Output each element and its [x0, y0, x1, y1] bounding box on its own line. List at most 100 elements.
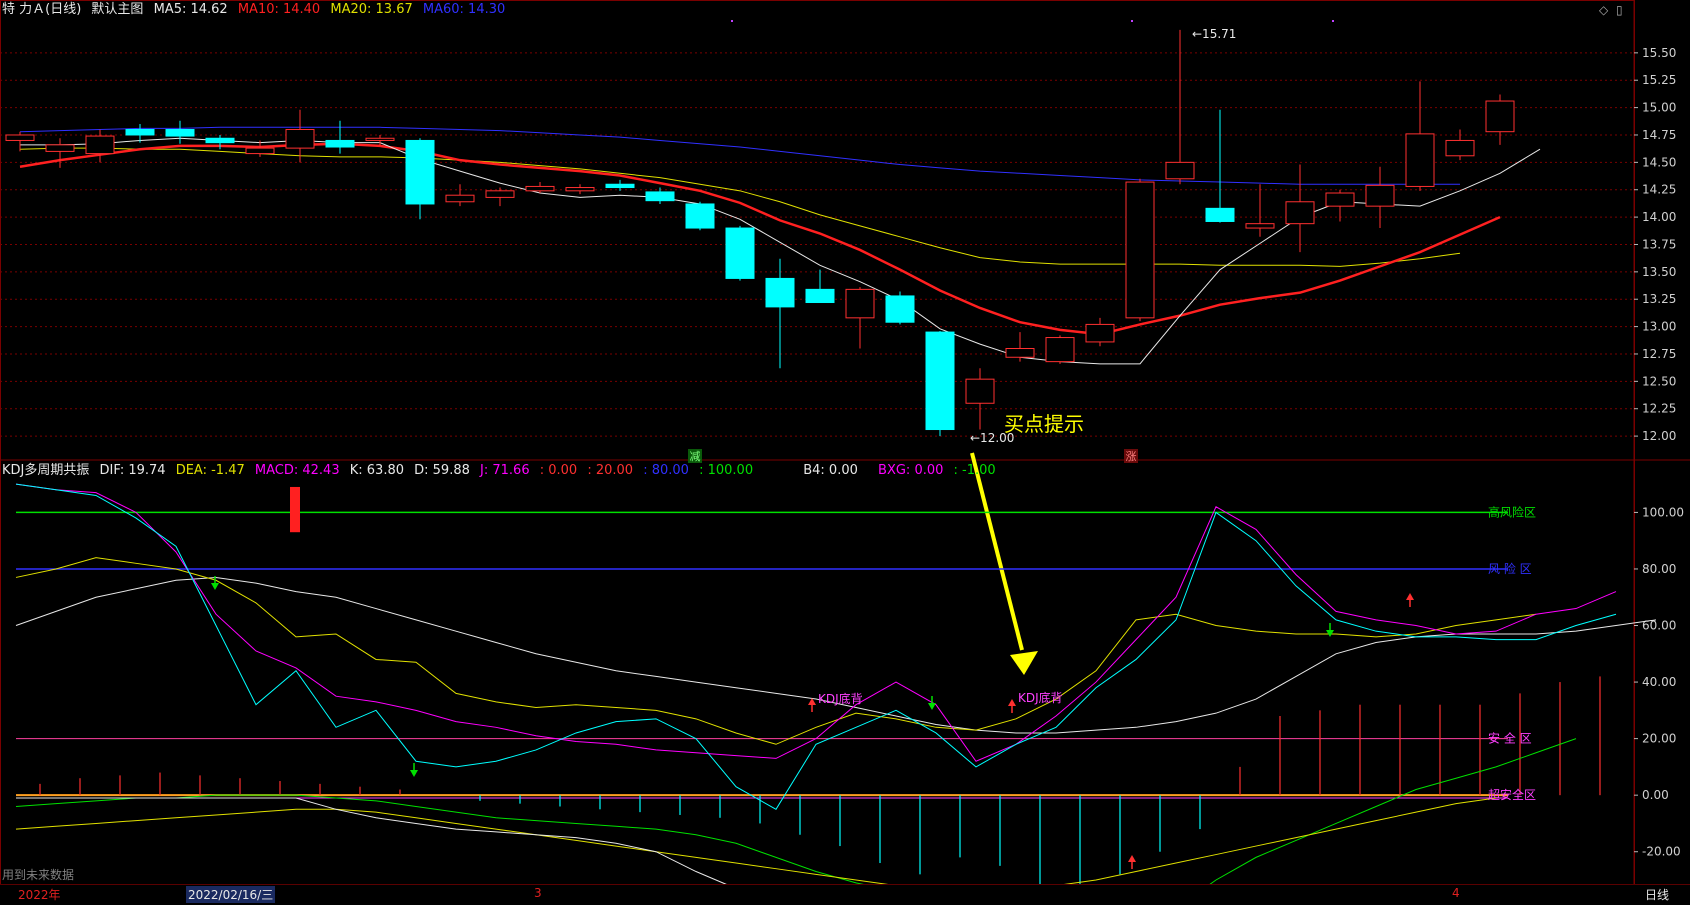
buy-arrow-icon	[1128, 855, 1136, 862]
ma5-value: MA5: 14.62	[153, 2, 228, 17]
year-label: 2022年	[18, 888, 61, 902]
price-tick-label: 12.00	[1642, 429, 1676, 443]
candle-up	[965, 378, 995, 404]
kdj-divergence-label-1: KDJ底背	[818, 691, 863, 706]
indicator-tick-label: 20.00	[1642, 732, 1676, 746]
candle-down	[125, 129, 155, 136]
candle-up	[1325, 192, 1355, 207]
indicator-tick-label: 40.00	[1642, 675, 1676, 689]
candle-down	[805, 288, 835, 304]
b4-value: B4: 0.00	[803, 463, 858, 478]
candle-down	[725, 227, 755, 279]
candle-up	[85, 135, 115, 155]
candle-up	[485, 190, 515, 198]
price-tick-label: 12.25	[1642, 402, 1676, 416]
candle-up	[1245, 223, 1275, 229]
stock-name[interactable]: 特 力Ａ(日线)	[2, 2, 81, 17]
indicator-header: KDJ多周期共振 DIF: 19.74 DEA: -1.47 MACD: 42.…	[2, 461, 1002, 481]
series-j-line	[15, 483, 1617, 762]
candle-up	[1485, 100, 1515, 133]
zhang-badge: 涨	[1126, 450, 1137, 463]
candle-up	[1445, 139, 1475, 157]
period-label[interactable]: 日线	[1645, 886, 1669, 903]
zone-high-risk-label: 高风险区	[1488, 504, 1536, 519]
candle-up	[1405, 133, 1435, 187]
ma60-line	[19, 126, 1460, 185]
candle-up	[1165, 161, 1195, 180]
ma60-value: MA60: 14.30	[422, 2, 506, 17]
price-tick-label: 13.50	[1642, 265, 1676, 279]
candle-down	[925, 331, 955, 431]
top-signal-marker	[731, 20, 733, 22]
candle-up	[1365, 184, 1395, 207]
l80-value: : 80.00	[643, 463, 689, 478]
candle-down	[165, 129, 195, 137]
template-label[interactable]: 默认主图	[91, 2, 143, 17]
sell-arrow-icon	[211, 583, 219, 590]
buy-hint-arrowhead	[1010, 651, 1038, 675]
neg1-value: : -1.00	[953, 463, 996, 478]
ma10-line	[19, 142, 1501, 336]
series-n1-line	[15, 738, 1577, 905]
candle-down	[685, 203, 715, 229]
macd-value: MACD: 42.43	[254, 463, 340, 478]
price-tick-label: 14.75	[1642, 128, 1676, 142]
buy-hint-arrow-shaft	[970, 452, 1024, 651]
sell-arrow-icon	[410, 770, 418, 777]
ma10-value: MA10: 14.40	[237, 2, 321, 17]
chart-canvas[interactable]: 12.00 12.25 12.50 12.75 13.00 13.25 13.50 13.75…	[0, 0, 1690, 905]
candle-down	[885, 295, 915, 323]
candle-up	[245, 147, 275, 155]
candle-down	[205, 137, 235, 144]
candle-down	[765, 277, 795, 308]
indicator-tick-label: 0.00	[1642, 788, 1669, 802]
cursor-date-label: 2022/02/16/三	[186, 886, 276, 903]
candle-up	[445, 194, 475, 203]
candle-down	[645, 191, 675, 202]
sell-arrow-icon	[928, 703, 936, 710]
candle-up	[1085, 323, 1115, 343]
price-tick-label: 14.00	[1642, 210, 1676, 224]
main-chart-header: 特 力Ａ(日线) 默认主图 MA5: 14.62 MA10: 14.40 MA2…	[2, 0, 511, 20]
candle-up	[285, 129, 315, 149]
l100-value: : 100.00	[699, 463, 754, 478]
price-tick-label: 14.50	[1642, 155, 1676, 169]
top-signal-marker	[1131, 20, 1133, 22]
indicator-tick-label: 100.00	[1642, 505, 1684, 519]
price-tick-label: 13.75	[1642, 237, 1676, 251]
candle-up	[1045, 337, 1075, 363]
buy-hint-label: 买点提示	[1004, 412, 1084, 436]
dea-value: DEA: -1.47	[175, 463, 245, 478]
j-value: J: 71.66	[480, 463, 530, 478]
candle-up	[525, 185, 555, 192]
price-tick-label: 13.25	[1642, 292, 1676, 306]
ma20-value: MA20: 13.67	[330, 2, 413, 17]
bxg-value: BXG: 0.00	[878, 463, 944, 478]
zone-very-safe-label: 超安全区	[1488, 787, 1536, 802]
candle-up	[1005, 348, 1035, 358]
price-tick-label: 15.00	[1642, 101, 1676, 115]
buy-arrow-icon	[1008, 699, 1016, 706]
candle-up	[565, 187, 595, 192]
d-value: D: 59.88	[414, 463, 470, 478]
top-signal-marker	[1332, 20, 1334, 22]
stock-chart-window[interactable]: 12.00 12.25 12.50 12.75 13.00 13.25 13.50 13.75…	[0, 0, 1690, 905]
price-tick-label: 15.50	[1642, 46, 1676, 60]
candle-up	[365, 137, 395, 141]
window-toggle-icon[interactable]: ▯	[1616, 3, 1623, 17]
dif-value: DIF: 19.74	[99, 463, 166, 478]
month-4-label: 4	[1452, 886, 1460, 900]
indicator-name[interactable]: KDJ多周期共振	[2, 463, 89, 478]
series-n2-line	[15, 797, 1497, 892]
chart-frame	[0, 0, 1635, 901]
future-data-note: 用到未来数据	[2, 868, 75, 882]
signal-block	[290, 486, 300, 533]
zone-safe-label: 安 全 区	[1488, 731, 1532, 746]
high-price-label: ←15.71	[1192, 27, 1236, 41]
candle-up	[45, 144, 75, 152]
expand-icon[interactable]: ◇	[1599, 3, 1608, 17]
price-tick-label: 12.50	[1642, 374, 1676, 388]
zone-risk-label: 风 险 区	[1488, 561, 1532, 576]
candle-down	[325, 139, 355, 148]
candle-up	[5, 134, 35, 141]
